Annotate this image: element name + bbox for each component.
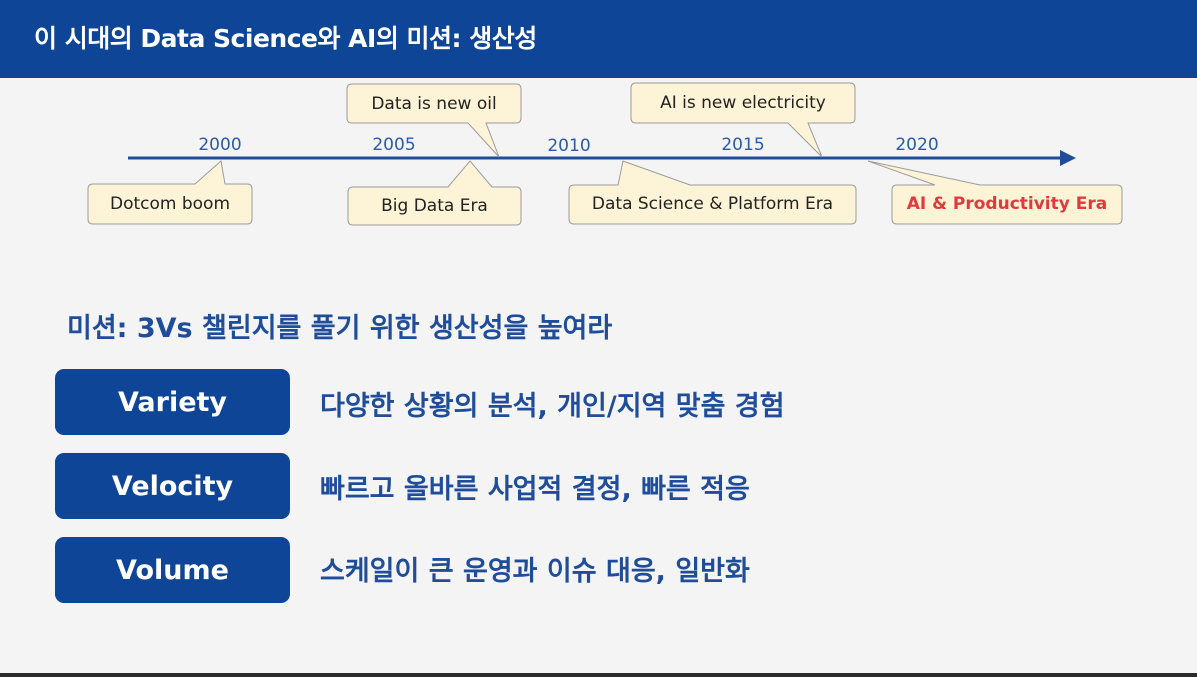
callout-big-data-era: Big Data Era	[381, 196, 488, 216]
mission-statement: 미션: 3Vs 챌린지를 풀기 위한 생산성을 높여라	[67, 313, 613, 344]
year-2020: 2020	[895, 135, 939, 155]
velocity-label: Velocity	[55, 453, 290, 519]
year-2010: 2010	[547, 136, 591, 156]
year-2000: 2000	[198, 135, 242, 155]
callout-ai-is-new-electricity: AI is new electricity	[660, 93, 826, 113]
callout-data-is-new-oil: Data is new oil	[371, 94, 497, 114]
callout-data-science-platform-era: Data Science & Platform Era	[591, 194, 834, 214]
bottom-border	[0, 673, 1197, 677]
timeline-arrowhead	[1060, 150, 1076, 166]
year-2015: 2015	[721, 135, 765, 155]
year-2005: 2005	[372, 135, 416, 155]
velocity-description: 빠르고 올바른 사업적 결정, 빠른 적응	[320, 474, 750, 505]
variety-description: 다양한 상황의 분석, 개인/지역 맞춤 경험	[320, 391, 785, 422]
volume-label: Volume	[55, 537, 290, 603]
volume-description: 스케일이 큰 운영과 이슈 대응, 일반화	[320, 556, 750, 587]
variety-label: Variety	[55, 369, 290, 435]
callout-dotcom-boom: Dotcom boom	[109, 194, 231, 214]
callout-ai-productivity-era: AI & Productivity Era	[906, 194, 1108, 214]
